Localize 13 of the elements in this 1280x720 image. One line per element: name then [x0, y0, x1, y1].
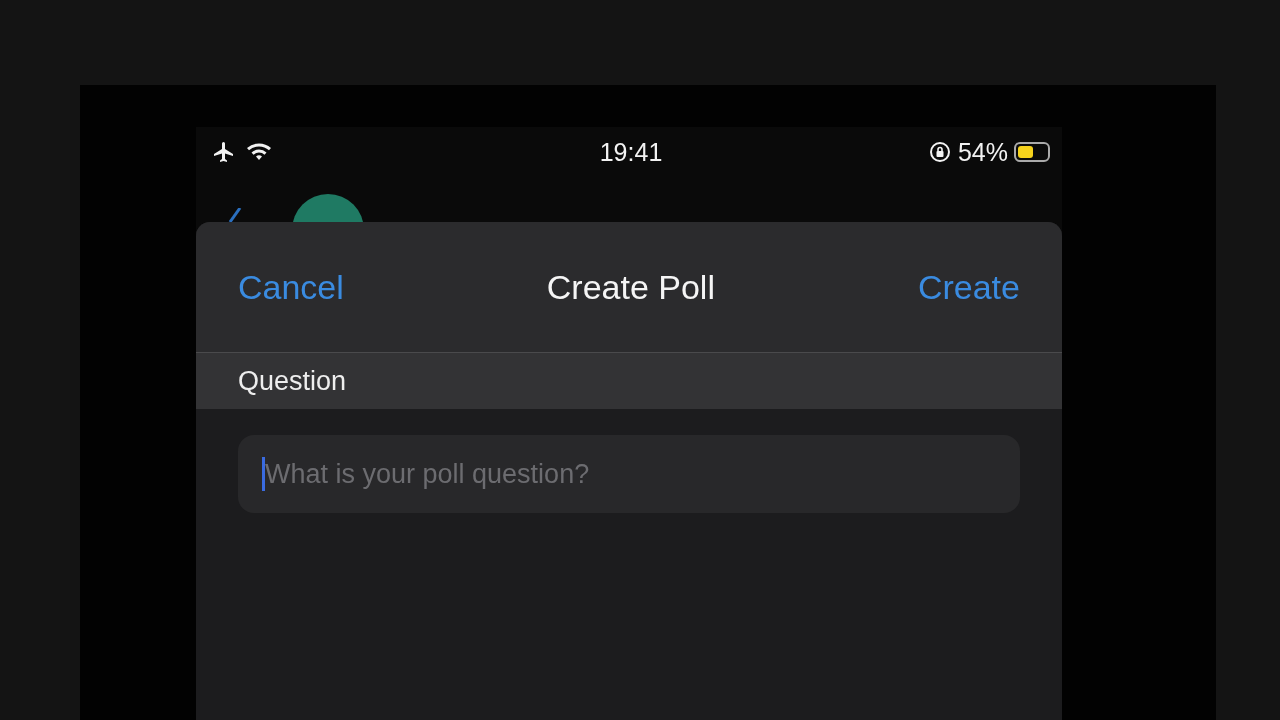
status-time: 19:41 [599, 137, 663, 167]
section-title: Question [238, 365, 347, 397]
text-cursor [262, 457, 265, 491]
back-icon[interactable] [226, 208, 242, 222]
battery-percentage: 54% [957, 137, 1008, 167]
question-field[interactable]: What is your poll question? [238, 435, 1020, 513]
wifi-icon [246, 142, 272, 162]
sheet-title: Create Poll [546, 267, 715, 307]
create-button[interactable]: Create [917, 267, 1020, 307]
battery-icon [1014, 142, 1050, 162]
airplane-icon [212, 140, 236, 164]
cancel-button[interactable]: Cancel [238, 267, 344, 307]
rotation-lock-icon [927, 140, 952, 164]
